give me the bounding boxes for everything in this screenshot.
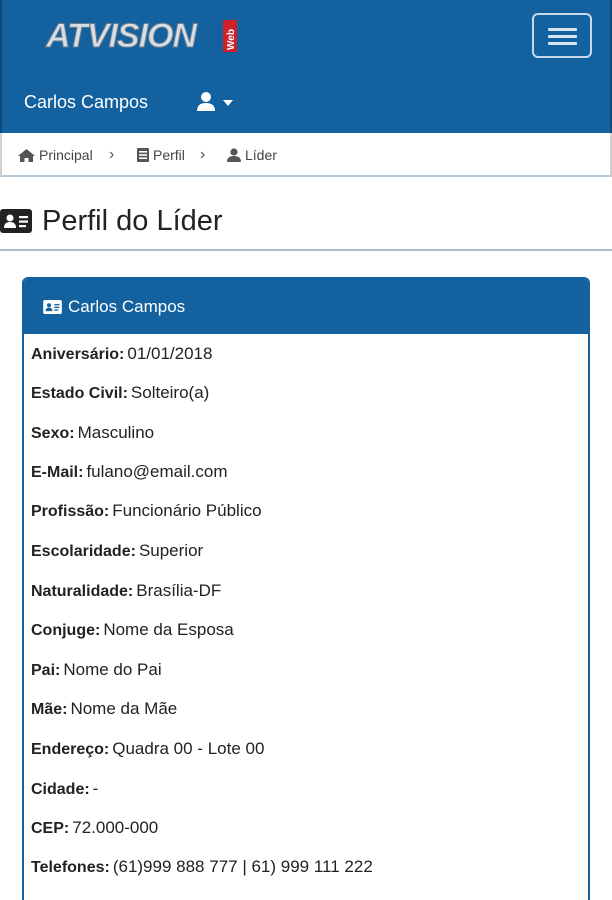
field-value: fulano@email.com [86, 462, 228, 481]
breadcrumb-item-perfil[interactable]: Perfil [137, 147, 185, 163]
field-label: CEP: [31, 820, 70, 837]
field-conjuge: Conjuge: Nome da Esposa [31, 620, 234, 640]
title-divider [0, 249, 612, 251]
field-label: Aniversário: [31, 346, 125, 363]
field-value: Quadra 00 - Lote 00 [112, 739, 265, 758]
field-label: Escolaridade: [31, 543, 136, 560]
field-email: E-Mail: fulano@email.com [31, 462, 228, 482]
card-header-title: Carlos Campos [68, 296, 186, 316]
field-label: Endereço: [31, 741, 110, 758]
user-icon [197, 92, 233, 111]
chevron-right-icon: › [200, 146, 206, 163]
svg-text:Web: Web [226, 29, 237, 50]
field-label: Conjuge: [31, 622, 101, 639]
chevron-right-icon: › [109, 146, 115, 163]
id-card-icon [43, 299, 62, 314]
field-value: Funcionário Público [112, 501, 262, 520]
breadcrumb-item-lider[interactable]: Líder [227, 147, 277, 163]
field-value: (61)999 888 777 | 61) 999 111 222 [112, 857, 373, 876]
field-aniversario: Aniversário: 01/01/2018 [31, 344, 212, 364]
field-value: Superior [138, 541, 204, 560]
breadcrumb-label: Principal [39, 147, 93, 163]
field-value: Brasília-DF [136, 581, 222, 600]
field-label: Pai: [31, 662, 61, 679]
field-pai: Pai: Nome do Pai [31, 660, 162, 680]
field-label: Naturalidade: [31, 583, 134, 600]
field-escolaridade: Escolaridade: Superior [31, 541, 203, 561]
field-telefones: Telefones: (61)999 888 777 | 61) 999 111 … [31, 857, 373, 877]
field-value: Solteiro(a) [130, 383, 210, 402]
field-value: Nome da Esposa [103, 620, 234, 639]
user-name[interactable]: Carlos Campos [24, 92, 148, 113]
field-estado-civil: Estado Civil: Solteiro(a) [31, 383, 209, 403]
field-label: Profissão: [31, 503, 110, 520]
field-endereco: Endereço: Quadra 00 - Lote 00 [31, 739, 264, 759]
field-mae: Mãe: Nome da Mãe [31, 699, 177, 719]
breadcrumb: Principal › Perfil › Líder [0, 133, 612, 177]
field-profissao: Profissão: Funcionário Público [31, 501, 262, 521]
field-label: E-Mail: [31, 464, 84, 481]
profile-card: Carlos Campos Aniversário: 01/01/2018 Est… [22, 277, 590, 900]
atvision-logo[interactable]: ATVISION Web [44, 14, 244, 56]
field-cidade: Cidade: - [31, 779, 98, 799]
document-icon [137, 148, 149, 162]
user-icon [227, 148, 241, 162]
user-dropdown-button[interactable] [195, 91, 237, 113]
page-title-text: Perfil do Líder [42, 204, 223, 237]
breadcrumb-item-principal[interactable]: Principal [18, 147, 93, 163]
field-value: Nome da Mãe [70, 699, 178, 718]
field-label: Mãe: [31, 701, 68, 718]
field-label: Cidade: [31, 781, 90, 798]
breadcrumb-label: Líder [245, 147, 277, 163]
navbar: ATVISION Web Carlos Campos [0, 0, 612, 133]
field-cep: CEP: 72.000-000 [31, 818, 158, 838]
field-naturalidade: Naturalidade: Brasília-DF [31, 581, 221, 601]
caret-down-icon [223, 100, 233, 106]
field-label: Sexo: [31, 425, 75, 442]
id-card-icon [0, 209, 32, 233]
home-icon [18, 148, 35, 162]
card-header: Carlos Campos [24, 279, 588, 334]
breadcrumb-label: Perfil [153, 147, 185, 163]
field-value: 01/01/2018 [127, 344, 213, 363]
field-label: Estado Civil: [31, 385, 128, 402]
menu-toggle-button[interactable] [532, 13, 592, 58]
field-sexo: Sexo: Masculino [31, 423, 154, 443]
page-title: Perfil do Líder [0, 205, 223, 237]
field-value: Nome do Pai [63, 660, 162, 679]
field-value: - [92, 779, 99, 798]
field-value: Masculino [77, 423, 155, 442]
field-value: 72.000-000 [72, 818, 159, 837]
svg-text:ATVISION: ATVISION [45, 17, 198, 55]
field-label: Telefones: [31, 859, 110, 876]
